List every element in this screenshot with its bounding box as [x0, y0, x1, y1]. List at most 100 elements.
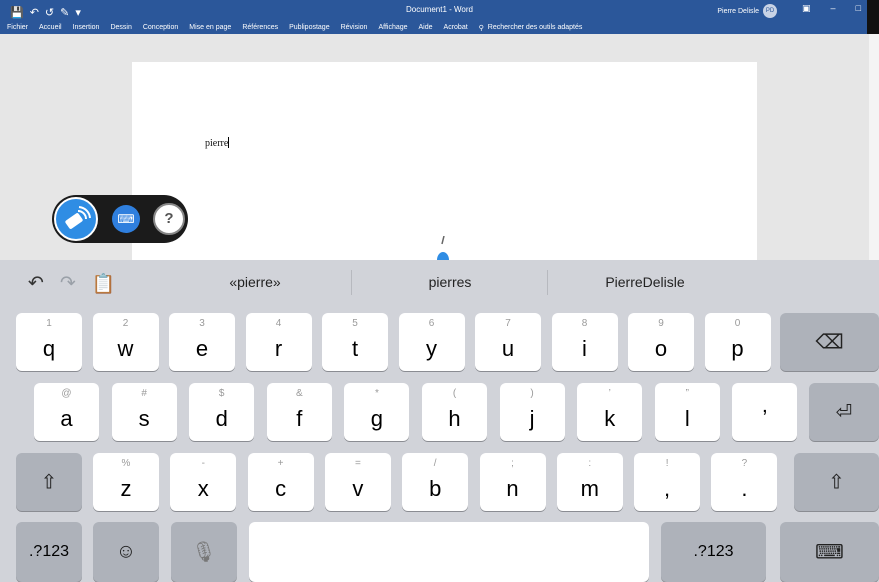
suggestion-1[interactable]: «pierre»	[165, 274, 345, 290]
key-s[interactable]: # s	[111, 383, 177, 441]
key-o[interactable]: 9o	[628, 313, 694, 371]
user-account[interactable]: Pierre Delisle PD	[717, 4, 777, 18]
key-label: x	[197, 476, 209, 501]
key-apostrophe[interactable]: ʼ	[732, 383, 798, 441]
numbers-key-right[interactable]: .?123	[661, 522, 766, 582]
keyboard-toggle-button[interactable]: ⌨	[112, 205, 140, 233]
key-secondary-label: 2	[122, 318, 129, 329]
key-h[interactable]: (h	[422, 383, 487, 441]
numbers-key-left[interactable]: .?123	[16, 522, 82, 582]
tab-acrobat[interactable]: Acrobat	[444, 24, 468, 31]
key-g[interactable]: * g	[344, 383, 410, 441]
key-label: p	[731, 336, 744, 361]
key-f[interactable]: & f	[266, 383, 332, 441]
key-label: q	[42, 336, 56, 361]
key-z[interactable]: % z	[93, 453, 159, 511]
remote-icon	[65, 206, 91, 229]
tab-dessin[interactable]: Dessin	[110, 24, 131, 31]
key-u[interactable]: 7u	[475, 313, 541, 371]
clipboard-icon[interactable]: 📋	[92, 272, 116, 296]
scroll-strip[interactable]	[869, 34, 879, 260]
key-label: ,	[664, 476, 671, 501]
tab-mise-en-page[interactable]: Mise en page	[189, 24, 231, 31]
key-label: s	[138, 406, 150, 431]
shift-key-left[interactable]: ⇧	[16, 453, 82, 511]
suggestion-3[interactable]: PierreDelisle	[555, 274, 735, 290]
key-label: .	[741, 476, 748, 501]
emoji-key[interactable]: ☺	[93, 522, 159, 582]
keyboard-icon: ⌨	[117, 212, 135, 226]
tab-fichier[interactable]: Fichier	[7, 24, 28, 31]
key-secondary-label: -	[201, 458, 205, 469]
key-period[interactable]: ?.	[711, 453, 778, 511]
key-secondary-label: 0	[734, 318, 741, 329]
key-x[interactable]: -x	[170, 453, 237, 511]
suggestion-divider	[351, 270, 352, 295]
tab-insertion[interactable]: Insertion	[73, 24, 100, 31]
key-m[interactable]: :m	[556, 453, 623, 511]
key-label: u	[501, 336, 515, 361]
key-secondary-label: &	[295, 388, 303, 399]
minimize-icon[interactable]: –	[831, 3, 836, 14]
key-d[interactable]: $ d	[189, 383, 255, 441]
key-a[interactable]: @ a	[34, 383, 99, 441]
suggestion-divider	[547, 270, 548, 295]
tab-accueil[interactable]: Accueil	[39, 24, 62, 31]
emoji-icon: ☺	[115, 540, 137, 563]
key-c[interactable]: + c	[247, 453, 314, 511]
return-key[interactable]: ⏎	[809, 383, 879, 441]
key-q[interactable]: 1q	[16, 313, 82, 371]
key-label: o	[654, 336, 668, 361]
remote-control-button[interactable]	[54, 197, 98, 241]
key-e[interactable]: 3e	[169, 313, 235, 371]
backspace-key[interactable]: ⌫	[780, 313, 879, 371]
key-label: .?123	[28, 543, 70, 560]
key-r[interactable]: 4r	[245, 313, 312, 371]
tab-références[interactable]: Références	[242, 24, 278, 31]
key-label: v	[352, 476, 364, 501]
help-button[interactable]: ?	[153, 203, 185, 235]
key-secondary-label: %	[121, 458, 131, 469]
tab-affichage[interactable]: Affichage	[378, 24, 407, 31]
key-label: r	[274, 336, 283, 361]
maximize-icon[interactable]: □	[856, 3, 861, 14]
key-label: g	[370, 406, 384, 431]
key-w[interactable]: 2w	[92, 313, 159, 371]
ribbon-display-icon[interactable]: ▣	[802, 3, 811, 14]
key-b[interactable]: / b	[402, 453, 469, 511]
key-label: z	[120, 476, 132, 501]
key-comma[interactable]: !,	[634, 453, 701, 511]
tell-me-search[interactable]: ⚲ Rechercher des outils adaptés	[479, 24, 583, 32]
assistive-toolbar: ⌨ ?	[52, 195, 188, 243]
key-i[interactable]: 8i	[551, 313, 618, 371]
key-label: ʼ	[762, 406, 768, 431]
redo-icon[interactable]: ↷	[60, 272, 76, 296]
key-label: t	[351, 336, 359, 361]
tab-conception[interactable]: Conception	[143, 24, 178, 31]
tab-publipostage[interactable]: Publipostage	[289, 24, 329, 31]
key-l[interactable]: ” l	[654, 383, 720, 441]
key-n[interactable]: ; n	[479, 453, 546, 511]
document-page[interactable]: pierre	[132, 62, 757, 260]
key-t[interactable]: 5t	[322, 313, 388, 371]
key-p[interactable]: 0p	[704, 313, 771, 371]
tab-révision[interactable]: Révision	[341, 24, 368, 31]
suggestion-2[interactable]: pierres	[360, 274, 540, 290]
key-secondary-label: !	[665, 458, 669, 469]
key-j[interactable]: ) j	[499, 383, 565, 441]
key-secondary-label: 5	[352, 318, 358, 329]
dictation-key[interactable]: 🎙	[171, 522, 237, 582]
space-key[interactable]	[249, 522, 649, 582]
shift-key-right[interactable]: ⇧	[794, 453, 879, 511]
keyboard-dismiss-key[interactable]: ⌨	[780, 522, 879, 582]
avatar[interactable]: PD	[763, 4, 777, 18]
key-y[interactable]: 6y	[398, 313, 465, 371]
key-secondary-label: )	[530, 388, 534, 399]
on-screen-keyboard: ↶ ↷ 📋 «pierre» pierres PierreDelisle 1q2…	[0, 260, 879, 582]
key-k[interactable]: ’ k	[577, 383, 643, 441]
key-v[interactable]: = v	[324, 453, 391, 511]
document-text[interactable]: pierre	[205, 137, 230, 149]
undo-icon[interactable]: ↶	[28, 272, 44, 296]
tab-aide[interactable]: Aide	[419, 24, 433, 31]
word-title-bar: 💾 ↶ ↺ ✎ ▾ Document1 - Word Pierre Delisl…	[0, 0, 879, 34]
